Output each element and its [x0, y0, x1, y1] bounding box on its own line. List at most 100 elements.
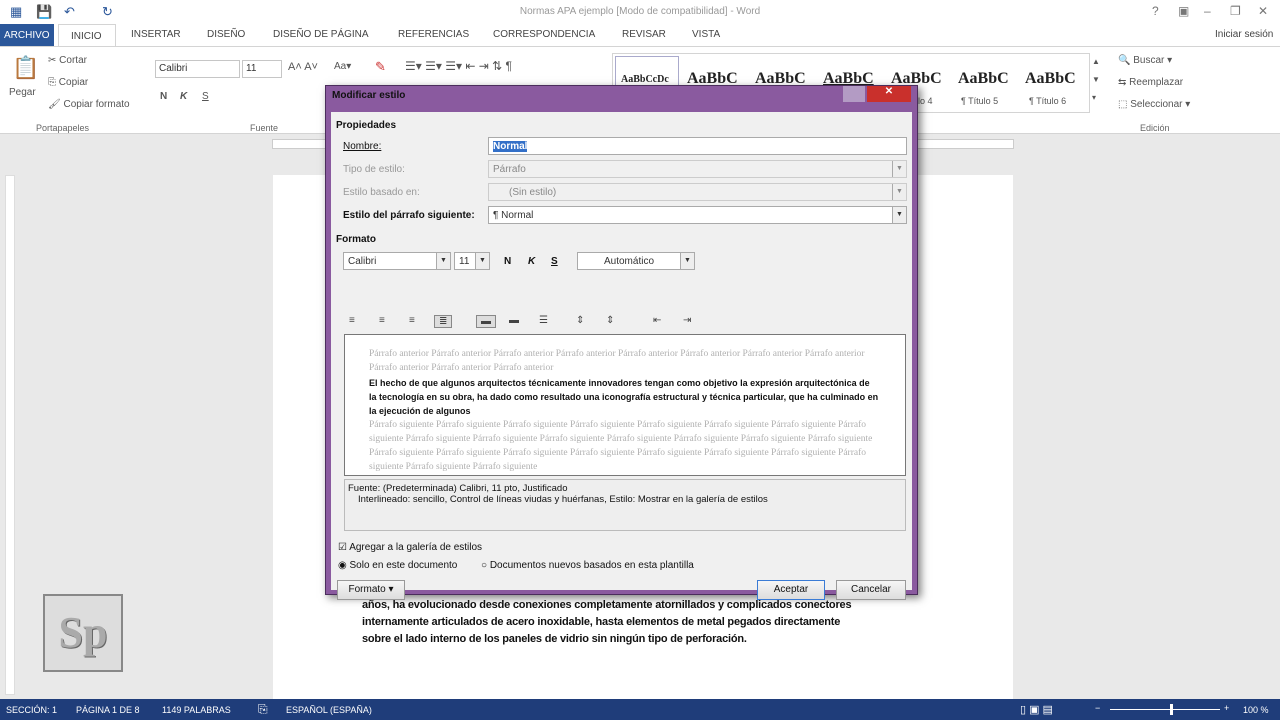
format-label: Formato	[336, 234, 376, 245]
new-documents-radio[interactable]: ○ Documentos nuevos basados en esta plan…	[481, 560, 694, 571]
tab-vista[interactable]: VISTA	[692, 29, 720, 40]
document-line[interactable]: años, ha evolucionado desde conexiones c…	[362, 599, 928, 611]
font-select[interactable]: Calibri ▼	[343, 252, 451, 270]
style-label: ¶ Título 5	[961, 96, 999, 106]
document-line[interactable]: sobre el lado interno de los paneles de …	[362, 633, 928, 645]
font-size-box[interactable]: 11	[242, 60, 282, 78]
size-select[interactable]: 11 ▼	[454, 252, 490, 270]
description-line: Fuente: (Predeterminada) Calibri, 11 pto…	[348, 483, 568, 494]
zoom-slider[interactable]: −	[1095, 703, 1100, 713]
only-this-document-radio[interactable]: ◉ Solo en este documento	[338, 560, 457, 571]
tab-diseno[interactable]: DISEÑO	[207, 29, 245, 40]
align-center-button[interactable]: ≡	[379, 315, 385, 326]
add-to-gallery-checkbox[interactable]: ☑ Agregar a la galería de estilos	[338, 542, 482, 553]
based-on-select[interactable]: (Sin estilo) ▼	[488, 183, 907, 201]
gallery-scroll[interactable]: ▲ ▼ ▾	[1092, 57, 1100, 102]
grow-font-icon[interactable]: A˄ A˅	[288, 61, 318, 73]
dialog-title: Modificar estilo	[332, 90, 406, 101]
style-type-label: Tipo de estilo:	[343, 164, 405, 175]
group-label-editing: Edición	[1140, 123, 1170, 133]
sign-in-link[interactable]: Iniciar sesión	[1215, 29, 1273, 40]
tab-diseno-pagina[interactable]: DISEÑO DE PÁGINA	[273, 29, 369, 40]
bold-button[interactable]: N	[504, 256, 511, 267]
preview-next-paragraph: Párrafo siguiente Párrafo siguiente Párr…	[369, 420, 873, 472]
list-icons[interactable]: ☰▾ ☰▾ ☰▾ ⇤ ⇥ ⇅ ¶	[405, 59, 512, 73]
paste-button[interactable]: Pegar	[9, 87, 36, 98]
align-right-button[interactable]: ≡	[409, 315, 415, 326]
tab-revisar[interactable]: REVISAR	[622, 29, 666, 40]
vertical-ruler[interactable]	[5, 175, 15, 695]
color-select[interactable]: Automático ▼	[577, 252, 695, 270]
zoom-level[interactable]: 100 %	[1243, 705, 1269, 715]
replace-button[interactable]: ⇆ Reemplazar	[1118, 77, 1183, 88]
copy-button[interactable]: ⎘ Copiar	[48, 77, 88, 88]
clear-format-icon[interactable]: ✎	[375, 59, 386, 75]
single-spacing-button[interactable]: ▬	[476, 315, 496, 328]
style-description: Fuente: (Predeterminada) Calibri, 11 pto…	[344, 479, 906, 531]
space-after-button[interactable]: ⇕	[606, 315, 614, 326]
style-preview-pane: Párrafo anterior Párrafo anterior Párraf…	[344, 334, 906, 476]
tab-insertar[interactable]: INSERTAR	[131, 29, 181, 40]
minimize-button[interactable]: –	[1204, 4, 1211, 18]
ok-button[interactable]: Aceptar	[757, 580, 825, 600]
page-indicator[interactable]: PÁGINA 1 DE 8	[76, 705, 140, 715]
modify-style-dialog: Modificar estilo ✕ Propiedades Nombre: N…	[325, 85, 918, 600]
word-count[interactable]: 1149 PALABRAS	[162, 705, 231, 715]
tab-referencias[interactable]: REFERENCIAS	[398, 29, 469, 40]
cut-button[interactable]: ✂ Cortar	[48, 55, 87, 66]
view-buttons[interactable]: ▯ ▣ ▤	[1020, 703, 1053, 716]
style-preview[interactable]: AaBbC	[958, 70, 1009, 88]
align-left-button[interactable]: ≡	[349, 315, 355, 326]
space-before-button[interactable]: ⇕	[576, 315, 584, 326]
name-input[interactable]: Normal	[488, 137, 907, 155]
style-preview[interactable]: AaBbC	[1025, 70, 1076, 88]
close-button[interactable]: ✕	[1258, 4, 1268, 18]
style-type-select[interactable]: Párrafo ▼	[488, 160, 907, 178]
help-button[interactable]	[843, 86, 865, 102]
tab-archivo[interactable]: ARCHIVO	[0, 24, 54, 46]
increase-indent-button[interactable]: ⇥	[683, 315, 691, 326]
bold-button[interactable]: N	[160, 91, 167, 102]
style-preview[interactable]: AaBbCcDc	[621, 74, 669, 85]
change-case-icon[interactable]: Aa▾	[334, 61, 351, 72]
double-spacing-button[interactable]: ☰	[539, 315, 548, 326]
chevron-down-icon: ▼	[892, 161, 906, 177]
dialog-close-button[interactable]: ✕	[867, 86, 911, 102]
select-button[interactable]: ⬚ Seleccionar ▾	[1118, 99, 1190, 110]
window-title: Normas APA ejemplo [Modo de compatibilid…	[519, 6, 761, 17]
underline-button[interactable]: S	[202, 91, 209, 102]
zoom-slider-thumb[interactable]	[1170, 704, 1173, 715]
find-button[interactable]: 🔍 Buscar ▾	[1118, 55, 1172, 66]
section-indicator[interactable]: SECCIÓN: 1	[6, 705, 57, 715]
language-indicator[interactable]: ESPAÑOL (ESPAÑA)	[286, 705, 372, 715]
next-style-select[interactable]: ¶ Normal ▼	[488, 206, 907, 224]
justify-button[interactable]: ≣	[434, 315, 453, 328]
format-painter-button[interactable]: 🖌 Copiar formato	[48, 99, 130, 110]
group-label-font: Fuente	[250, 123, 279, 133]
zoom-in-button[interactable]: +	[1224, 703, 1229, 713]
format-menu-button[interactable]: Formato ▾	[337, 580, 405, 600]
select-label: Seleccionar	[1130, 99, 1183, 110]
document-line[interactable]: internamente articulados de acero inoxid…	[362, 616, 928, 628]
find-label: Buscar	[1133, 55, 1165, 66]
font-name-box[interactable]: Calibri	[155, 60, 240, 78]
copy-label: Copiar	[58, 77, 89, 88]
italic-button[interactable]: K	[180, 91, 187, 102]
cut-label: Cortar	[59, 55, 87, 66]
paste-icon[interactable]: 📋	[12, 55, 39, 81]
italic-button[interactable]: K	[528, 256, 535, 267]
add-to-gallery-label: Agregar a la galería de estilos	[349, 542, 483, 553]
style-label: lo 4	[918, 96, 933, 106]
restore-button[interactable]: ❐	[1230, 4, 1241, 18]
one-half-spacing-button[interactable]: ▬	[509, 315, 519, 326]
zoom-slider-track[interactable]	[1110, 709, 1220, 710]
proofing-icon[interactable]: ⎘	[258, 702, 268, 717]
cancel-button[interactable]: Cancelar	[836, 580, 906, 600]
decrease-indent-button[interactable]: ⇤	[653, 315, 661, 326]
tab-inicio[interactable]: INICIO	[58, 24, 116, 46]
help-button[interactable]: ?	[1152, 4, 1159, 18]
underline-button[interactable]: S	[551, 256, 558, 267]
ribbon-options-button[interactable]: ▣	[1178, 4, 1189, 18]
new-documents-label: Documentos nuevos basados en esta planti…	[489, 560, 694, 571]
tab-correspondencia[interactable]: CORRESPONDENCIA	[493, 29, 595, 40]
